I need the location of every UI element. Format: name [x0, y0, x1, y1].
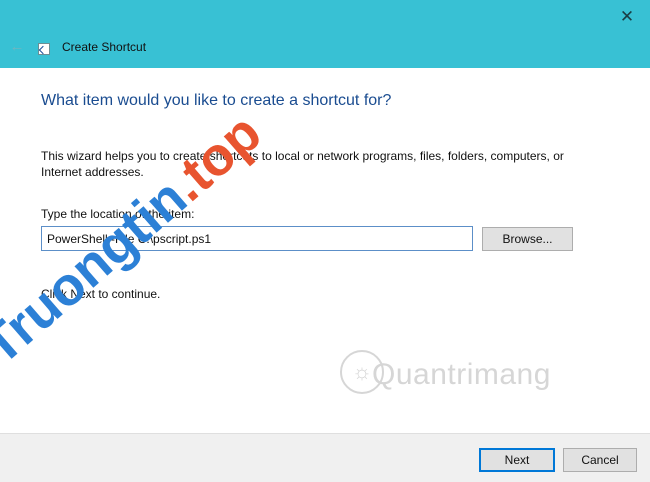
window-title: Create Shortcut — [62, 40, 147, 54]
quantrimang-watermark: Quantrimang — [372, 358, 551, 391]
cancel-button[interactable]: Cancel — [563, 448, 637, 472]
back-arrow-icon[interactable]: ← — [8, 38, 26, 56]
next-button[interactable]: Next — [479, 448, 555, 472]
create-shortcut-window: ✕ ← Create Shortcut What item would you … — [0, 0, 650, 482]
shortcut-icon — [38, 43, 50, 55]
title-bar: ✕ ← Create Shortcut — [0, 0, 650, 68]
watermark-part-a: Truongtin — [0, 167, 198, 377]
page-heading: What item would you like to create a sho… — [41, 92, 392, 109]
close-icon[interactable]: ✕ — [612, 4, 642, 30]
wizard-description: This wizard helps you to create shortcut… — [41, 149, 564, 179]
browse-button[interactable]: Browse... — [482, 227, 573, 251]
